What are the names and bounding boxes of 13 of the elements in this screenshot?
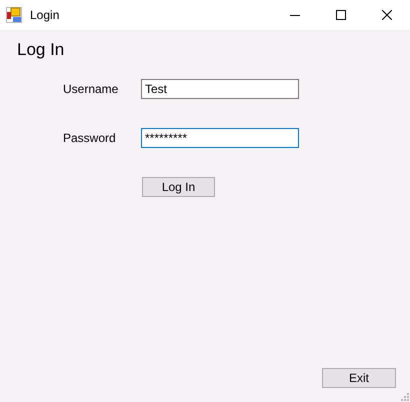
app-icon bbox=[6, 7, 22, 23]
field-label: Password bbox=[62, 130, 117, 147]
field-label: Username bbox=[62, 81, 120, 98]
login-button[interactable]: Log In bbox=[142, 177, 215, 197]
form-heading: Log In bbox=[17, 40, 66, 60]
input-field[interactable]: Test bbox=[141, 79, 299, 99]
exit-button[interactable]: Exit bbox=[322, 368, 396, 388]
window-title: Login bbox=[30, 7, 60, 24]
close-icon[interactable] bbox=[382, 10, 392, 20]
resize-grip-icon[interactable] bbox=[401, 393, 409, 401]
maximize-icon[interactable] bbox=[336, 10, 346, 20]
input-field[interactable]: ********* bbox=[141, 128, 299, 148]
minimize-icon[interactable] bbox=[290, 14, 300, 16]
